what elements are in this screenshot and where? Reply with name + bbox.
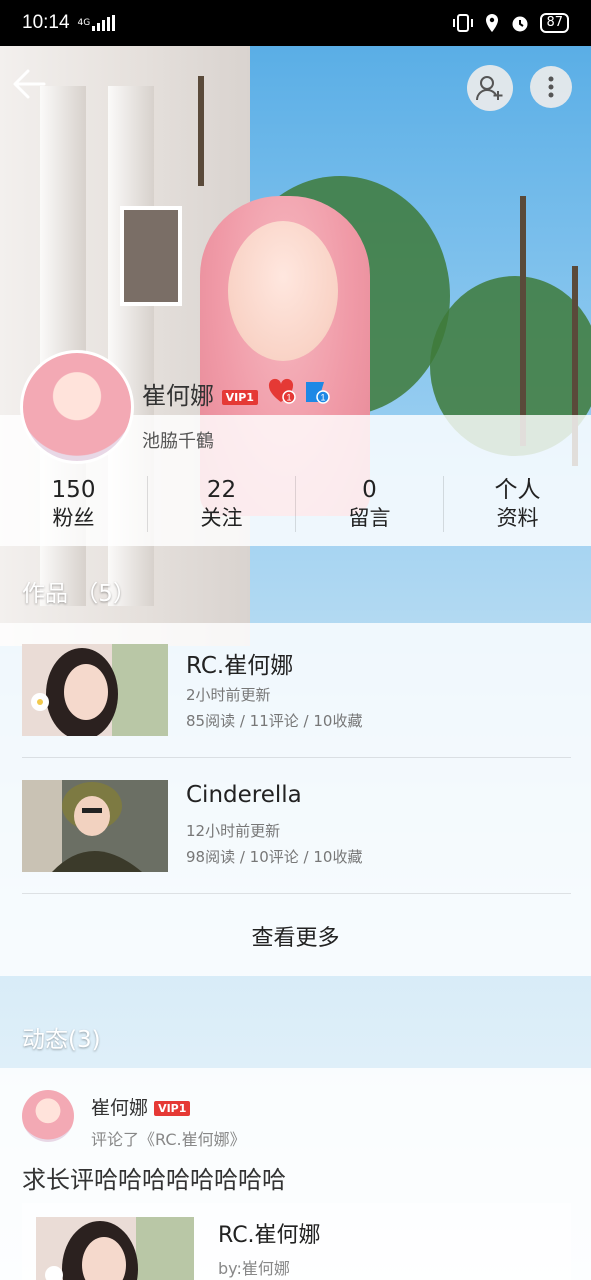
work-updated-time: 12小时前更新 — [186, 822, 281, 840]
heart-badge-icon: 1 — [268, 378, 296, 404]
stat-label: 留言 — [348, 506, 391, 530]
activity-action: 评论了《RC.崔何娜》 — [91, 1130, 246, 1149]
divider — [22, 893, 571, 894]
window-shape — [120, 206, 182, 306]
medal-badge-count: 1 — [320, 393, 325, 403]
stat-label: 粉丝 — [52, 506, 95, 530]
work-title: Cinderella — [186, 782, 302, 808]
stat-value: 150 — [51, 477, 96, 503]
linked-work-thumbnail — [36, 1217, 194, 1280]
work-thumbnail — [22, 780, 168, 872]
vip-badge: VIP1 — [154, 1101, 191, 1116]
arrow-left-icon — [13, 69, 46, 99]
work-item[interactable]: Cinderella 12小时前更新 98阅读 / 10评论 / 10收藏 — [22, 780, 571, 890]
activity-user-name: 崔何娜 — [91, 1097, 149, 1119]
work-title: RC.崔何娜 — [186, 653, 294, 679]
activity-text: 求长评哈哈哈哈哈哈哈哈 — [22, 1166, 286, 1194]
heart-badge-count: 1 — [286, 393, 291, 403]
more-options-button[interactable] — [530, 66, 572, 108]
person-face — [228, 221, 338, 361]
profile-signature: 池脇千鶴 — [142, 431, 214, 452]
status-bar: 10:14 4G 87 — [0, 0, 591, 46]
palm-trunk — [198, 76, 204, 186]
profile-name-text: 崔何娜 — [142, 382, 214, 410]
work-stats: 98阅读 / 10评论 / 10收藏 — [186, 848, 363, 866]
work-thumbnail-image — [22, 644, 168, 736]
stat-label: 资料 — [496, 506, 539, 530]
stat-label: 关注 — [200, 506, 243, 530]
stat-messages[interactable]: 0 留言 — [296, 476, 444, 532]
works-section-title: 作品 （5） — [22, 581, 136, 607]
work-thumbnail — [22, 644, 168, 736]
back-button[interactable] — [12, 66, 52, 106]
work-stats: 85阅读 / 11评论 / 10收藏 — [186, 712, 363, 730]
stat-following[interactable]: 22 关注 — [148, 476, 296, 532]
network-type: 4G — [77, 17, 91, 28]
vibrate-icon — [453, 14, 474, 32]
activity-linked-work[interactable]: RC.崔何娜 by:崔何娜 — [22, 1203, 571, 1280]
location-icon — [486, 14, 499, 32]
alarm-icon — [512, 16, 528, 32]
profile-name: 崔何娜 VIP1 — [142, 376, 258, 411]
palm-trunk — [520, 196, 526, 446]
avatar[interactable] — [20, 350, 134, 464]
vip-badge: VIP1 — [221, 389, 258, 405]
add-user-icon — [476, 76, 503, 101]
stat-fans[interactable]: 150 粉丝 — [0, 476, 148, 532]
status-time: 10:14 — [22, 12, 70, 33]
profile-stats: 150 粉丝 22 关注 0 留言 个人 资料 — [0, 462, 591, 546]
avatar[interactable] — [22, 1090, 74, 1142]
battery-level: 87 — [540, 13, 569, 33]
signal-icon — [92, 15, 116, 31]
activity-user[interactable]: 崔何娜 VIP1 — [91, 1093, 191, 1120]
linked-work-thumbnail-image — [36, 1217, 194, 1280]
activity-section-title: 动态(3) — [22, 1027, 101, 1053]
stat-profile[interactable]: 个人 资料 — [444, 476, 591, 532]
view-more-button[interactable]: 查看更多 — [0, 896, 591, 976]
stat-value: 0 — [362, 477, 377, 503]
stat-label: 个人 — [494, 477, 541, 503]
more-vertical-icon — [548, 76, 554, 98]
follow-button[interactable] — [467, 65, 513, 111]
divider — [22, 757, 571, 758]
work-item[interactable]: RC.崔何娜 2小时前更新 85阅读 / 11评论 / 10收藏 — [22, 644, 571, 754]
stat-value: 22 — [206, 477, 237, 503]
linked-work-author: by:崔何娜 — [218, 1259, 290, 1278]
work-updated-time: 2小时前更新 — [186, 686, 271, 704]
work-thumbnail-image — [22, 780, 168, 872]
medal-badge-icon: 1 — [306, 382, 330, 404]
linked-work-title: RC.崔何娜 — [218, 1223, 321, 1248]
